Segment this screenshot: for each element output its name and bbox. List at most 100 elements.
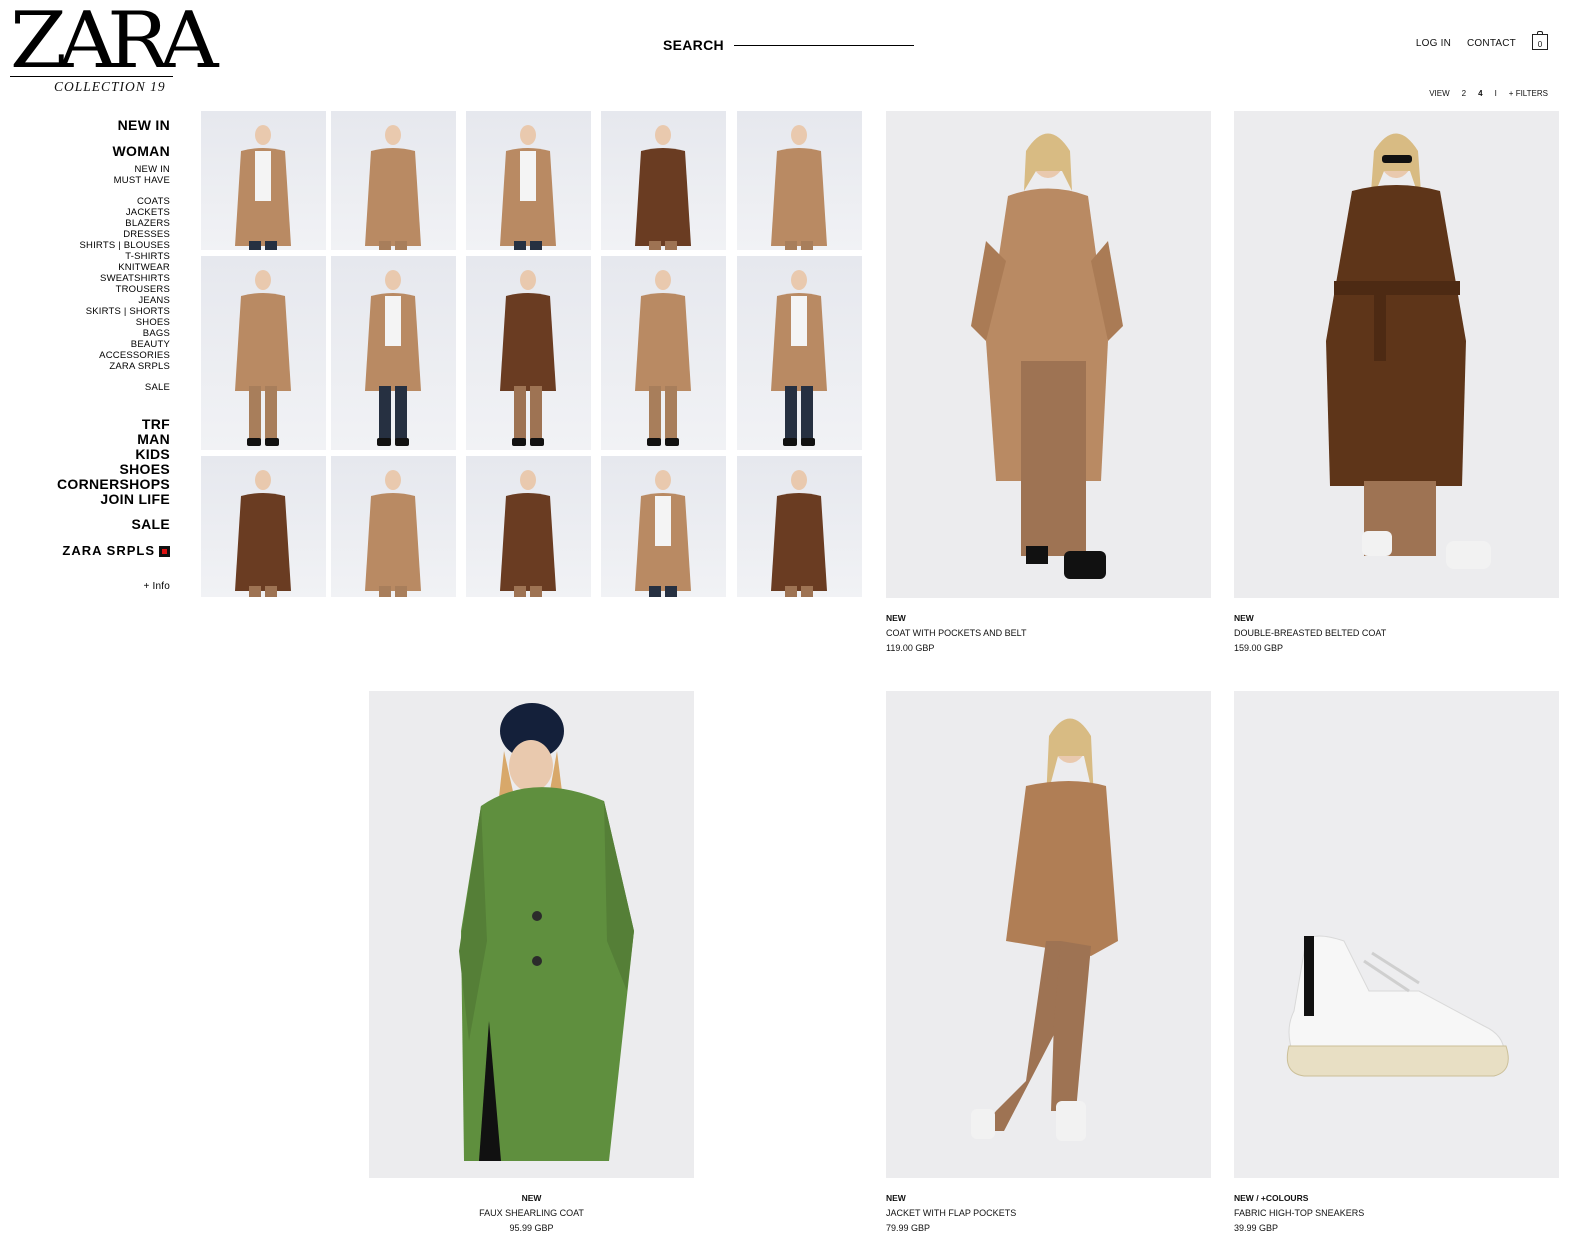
woman-category-list: COATS JACKETS BLAZERS DRESSES SHIRTS | BLOUS… [80, 196, 171, 372]
product-image[interactable] [886, 691, 1211, 1178]
search-label[interactable]: SEARCH [663, 37, 724, 53]
product-price: 79.99 GBP [886, 1223, 931, 1233]
cart-count: 0 [1537, 40, 1543, 49]
thumbnail-image[interactable] [601, 256, 726, 450]
sidebar-woman-top-item-0[interactable]: NEW IN [114, 164, 170, 175]
sidebar-category-item-15[interactable]: ZARA SRPLS [80, 361, 171, 372]
zara-logo[interactable]: ZARA COLLECTION 19 [10, 2, 219, 98]
logo-wordmark: ZARA [10, 0, 219, 86]
contact-link[interactable]: CONTACT [1467, 38, 1516, 49]
model-thumbnail-figure [235, 270, 291, 446]
sidebar-category-item-4[interactable]: SHIRTS | BLOUSES [80, 240, 171, 251]
thumbnail-image[interactable] [466, 456, 591, 597]
product-name[interactable]: DOUBLE-BREASTED BELTED COAT [1234, 626, 1386, 641]
product-tag: NEW [886, 613, 906, 623]
sidebar-section-item-3[interactable]: SHOES [57, 462, 170, 477]
search-bar[interactable]: SEARCH [663, 35, 914, 55]
view-option-1[interactable]: I [1495, 89, 1497, 98]
product-thumbnail-grid [201, 111, 864, 597]
sidebar-category-item-5[interactable]: T-SHIRTS [80, 251, 171, 262]
sidebar-category-item-10[interactable]: SKIRTS | SHORTS [80, 306, 171, 317]
sidebar-section-item-0[interactable]: TRF [57, 417, 170, 432]
sidebar-category-item-9[interactable]: JEANS [80, 295, 171, 306]
product-image[interactable] [369, 691, 694, 1178]
sidebar-category-item-7[interactable]: SWEATSHIRTS [80, 273, 171, 284]
woman-top-list: NEW IN MUST HAVE [114, 164, 170, 186]
product-image[interactable] [1234, 111, 1559, 598]
product-name[interactable]: JACKET WITH FLAP POCKETS [886, 1206, 1016, 1221]
filters-button[interactable]: + FILTERS [1509, 89, 1548, 98]
model-thumbnail-figure [635, 470, 691, 597]
sidebar-zara-srpls[interactable]: ZARA SRPLS [62, 543, 170, 558]
product-price: 119.00 GBP [886, 643, 935, 653]
model-thumbnail-figure [500, 125, 556, 250]
model-thumbnail-figure [235, 470, 291, 597]
sidebar-section-item-5[interactable]: JOIN LIFE [57, 492, 170, 507]
sidebar-category-item-11[interactable]: SHOES [80, 317, 171, 328]
view-option-4[interactable]: 4 [1478, 89, 1482, 98]
thumbnail-image[interactable] [201, 111, 326, 250]
sidebar-category-item-13[interactable]: BEAUTY [80, 339, 171, 350]
sidebar-category-item-2[interactable]: BLAZERS [80, 218, 171, 229]
model-thumbnail-figure [771, 270, 827, 446]
sidebar-category-item-12[interactable]: BAGS [80, 328, 171, 339]
thumbnail-image[interactable] [737, 456, 862, 597]
sidebar-category-item-1[interactable]: JACKETS [80, 207, 171, 218]
thumbnail-image[interactable] [601, 456, 726, 597]
sidebar-woman[interactable]: WOMAN [113, 144, 171, 159]
model-thumbnail-figure [500, 270, 556, 446]
view-controls: VIEW 2 4 I + FILTERS [1429, 89, 1548, 98]
model-thumbnail-figure [771, 125, 827, 250]
logo-collection: COLLECTION 19 [54, 79, 166, 94]
sidebar-category-item-0[interactable]: COATS [80, 196, 171, 207]
white-high-top-sneaker-image [1286, 935, 1509, 1077]
model-thumbnail-figure [235, 125, 291, 250]
product-price: 159.00 GBP [1234, 643, 1284, 653]
model-thumbnail-figure [635, 270, 691, 446]
sidebar-info[interactable]: + Info [144, 581, 171, 592]
thumbnail-image[interactable] [201, 256, 326, 450]
model-thumbnail-figure [365, 470, 421, 597]
srpls-label: ZARA SRPLS [62, 543, 155, 558]
product-name[interactable]: FABRIC HIGH-TOP SNEAKERS [1234, 1206, 1364, 1221]
thumbnail-image[interactable] [601, 111, 726, 250]
sidebar-section-item-4[interactable]: CORNERSHOPS [57, 477, 170, 492]
model-brown-coat-image [1326, 133, 1491, 569]
view-option-2[interactable]: 2 [1462, 89, 1466, 98]
model-camel-coat-image [971, 133, 1123, 579]
product-price: 95.99 GBP [509, 1223, 554, 1233]
sidebar-new-in[interactable]: NEW IN [118, 118, 170, 133]
sidebar-section-item-2[interactable]: KIDS [57, 447, 170, 462]
thumbnail-image[interactable] [737, 256, 862, 450]
thumbnail-image[interactable] [737, 111, 862, 250]
model-green-shearling-coat-image [459, 703, 634, 1161]
thumbnail-image[interactable] [331, 111, 456, 250]
thumbnail-image[interactable] [466, 111, 591, 250]
shopping-bag-icon[interactable]: 0 [1532, 31, 1548, 50]
search-input-line[interactable] [733, 44, 914, 46]
model-camel-jacket-trousers-image [971, 718, 1118, 1141]
sidebar-category-item-14[interactable]: ACCESSORIES [80, 350, 171, 361]
model-thumbnail-figure [500, 470, 556, 597]
top-nav: LOG IN CONTACT 0 [1416, 31, 1548, 51]
product-name[interactable]: COAT WITH POCKETS AND BELT [886, 626, 1027, 641]
thumbnail-image[interactable] [201, 456, 326, 597]
srpls-logo-icon [159, 546, 170, 557]
product-name[interactable]: FAUX SHEARLING COAT [369, 1206, 694, 1221]
login-link[interactable]: LOG IN [1416, 38, 1451, 49]
sidebar-sale[interactable]: SALE [131, 517, 170, 532]
sidebar-category-item-8[interactable]: TROUSERS [80, 284, 171, 295]
product-price: 39.99 GBP [1234, 1223, 1279, 1233]
thumbnail-image[interactable] [331, 456, 456, 597]
thumbnail-image[interactable] [466, 256, 591, 450]
model-thumbnail-figure [365, 125, 421, 250]
sidebar-sale-small[interactable]: SALE [145, 382, 170, 393]
sidebar-woman-top-item-1[interactable]: MUST HAVE [114, 175, 170, 186]
product-tag: NEW [521, 1193, 542, 1203]
sidebar-section-item-1[interactable]: MAN [57, 432, 170, 447]
sidebar-category-item-6[interactable]: KNITWEAR [80, 262, 171, 273]
thumbnail-image[interactable] [331, 256, 456, 450]
sidebar-category-item-3[interactable]: DRESSES [80, 229, 171, 240]
product-image[interactable] [886, 111, 1211, 598]
product-image[interactable] [1234, 691, 1559, 1178]
